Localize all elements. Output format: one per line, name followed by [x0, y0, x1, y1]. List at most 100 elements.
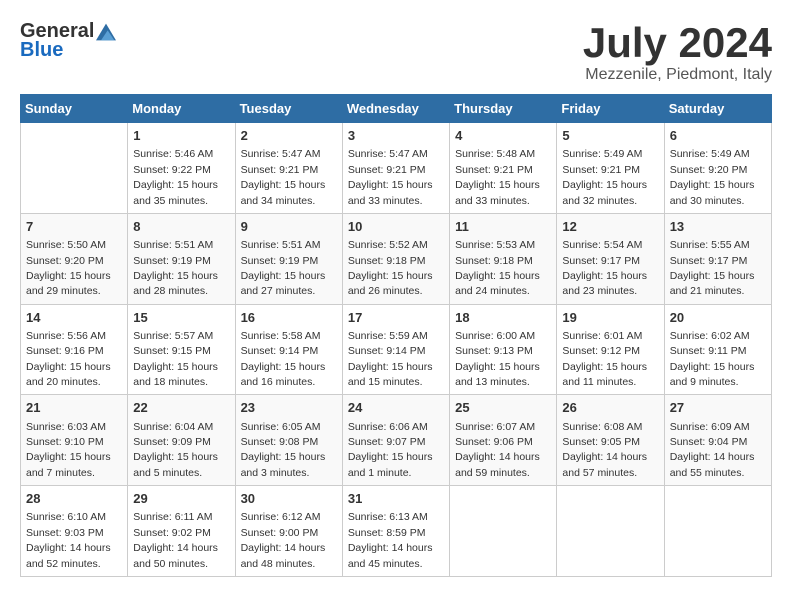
- day-number: 30: [241, 490, 337, 508]
- day-info: Sunrise: 6:05 AM Sunset: 9:08 PM Dayligh…: [241, 421, 326, 479]
- day-number: 16: [241, 309, 337, 327]
- day-number: 12: [562, 218, 658, 236]
- day-info: Sunrise: 6:10 AM Sunset: 9:03 PM Dayligh…: [26, 511, 111, 569]
- calendar-day-cell: 4Sunrise: 5:48 AM Sunset: 9:21 PM Daylig…: [450, 123, 557, 214]
- day-info: Sunrise: 6:08 AM Sunset: 9:05 PM Dayligh…: [562, 421, 647, 479]
- calendar-day-cell: 11Sunrise: 5:53 AM Sunset: 9:18 PM Dayli…: [450, 213, 557, 304]
- day-info: Sunrise: 5:51 AM Sunset: 9:19 PM Dayligh…: [241, 239, 326, 297]
- calendar-day-cell: 8 Sunrise: 5:51 AM Sunset: 9:19 PM Daylig…: [128, 213, 235, 304]
- calendar-day-cell: 31 Sunrise: 6:13 AM Sunset: 8:59 PM Dayli…: [342, 486, 449, 577]
- day-of-week-header: Friday: [557, 95, 664, 123]
- day-number: 25: [455, 399, 551, 417]
- day-number: 20: [670, 309, 766, 327]
- day-number: 3: [348, 127, 444, 145]
- day-of-week-header: Sunday: [21, 95, 128, 123]
- day-info: Sunrise: 5:48 AM Sunset: 9:21 PM Dayligh…: [455, 148, 540, 206]
- calendar-day-cell: 26Sunrise: 6:08 AM Sunset: 9:05 PM Dayli…: [557, 395, 664, 486]
- day-number: 19: [562, 309, 658, 327]
- calendar-day-cell: 1Sunrise: 5:46 AM Sunset: 9:22 PM Daylig…: [128, 123, 235, 214]
- calendar-week-row: 21 Sunrise: 6:03 AM Sunset: 9:10 PM Dayli…: [21, 395, 772, 486]
- day-number: 14: [26, 309, 122, 327]
- calendar-day-cell: [450, 486, 557, 577]
- calendar-day-cell: 30 Sunrise: 6:12 AM Sunset: 9:00 PM Dayli…: [235, 486, 342, 577]
- calendar-day-cell: 29Sunrise: 6:11 AM Sunset: 9:02 PM Dayli…: [128, 486, 235, 577]
- calendar-day-cell: 22 Sunrise: 6:04 AM Sunset: 9:09 PM Dayli…: [128, 395, 235, 486]
- calendar-day-cell: 10 Sunrise: 5:52 AM Sunset: 9:18 PM Dayli…: [342, 213, 449, 304]
- calendar-day-cell: 3 Sunrise: 5:47 AM Sunset: 9:21 PM Daylig…: [342, 123, 449, 214]
- day-number: 1: [133, 127, 229, 145]
- day-info: Sunrise: 6:13 AM Sunset: 8:59 PM Dayligh…: [348, 511, 433, 569]
- day-of-week-header: Monday: [128, 95, 235, 123]
- day-info: Sunrise: 6:04 AM Sunset: 9:09 PM Dayligh…: [133, 421, 218, 479]
- calendar-day-cell: 6Sunrise: 5:49 AM Sunset: 9:20 PM Daylig…: [664, 123, 771, 214]
- day-info: Sunrise: 5:47 AM Sunset: 9:21 PM Dayligh…: [348, 148, 433, 206]
- day-number: 22: [133, 399, 229, 417]
- day-number: 9: [241, 218, 337, 236]
- day-info: Sunrise: 5:50 AM Sunset: 9:20 PM Dayligh…: [26, 239, 111, 297]
- day-info: Sunrise: 5:59 AM Sunset: 9:14 PM Dayligh…: [348, 330, 433, 388]
- calendar-week-row: 28 Sunrise: 6:10 AM Sunset: 9:03 PM Dayli…: [21, 486, 772, 577]
- day-number: 18: [455, 309, 551, 327]
- logo: General Blue: [20, 20, 116, 62]
- calendar-day-cell: 15 Sunrise: 5:57 AM Sunset: 9:15 PM Dayli…: [128, 304, 235, 395]
- month-year-title: July 2024: [583, 20, 772, 66]
- day-info: Sunrise: 5:54 AM Sunset: 9:17 PM Dayligh…: [562, 239, 647, 297]
- day-info: Sunrise: 6:02 AM Sunset: 9:11 PM Dayligh…: [670, 330, 755, 388]
- location-subtitle: Mezzenile, Piedmont, Italy: [583, 66, 772, 84]
- day-of-week-header: Saturday: [664, 95, 771, 123]
- calendar-week-row: 1Sunrise: 5:46 AM Sunset: 9:22 PM Daylig…: [21, 123, 772, 214]
- day-info: Sunrise: 6:06 AM Sunset: 9:07 PM Dayligh…: [348, 421, 433, 479]
- day-of-week-header: Tuesday: [235, 95, 342, 123]
- calendar-day-cell: 21 Sunrise: 6:03 AM Sunset: 9:10 PM Dayli…: [21, 395, 128, 486]
- day-info: Sunrise: 5:49 AM Sunset: 9:21 PM Dayligh…: [562, 148, 647, 206]
- calendar-day-cell: 27 Sunrise: 6:09 AM Sunset: 9:04 PM Dayli…: [664, 395, 771, 486]
- day-info: Sunrise: 6:09 AM Sunset: 9:04 PM Dayligh…: [670, 421, 755, 479]
- logo-icon: [96, 22, 116, 42]
- day-number: 31: [348, 490, 444, 508]
- calendar-day-cell: 5 Sunrise: 5:49 AM Sunset: 9:21 PM Daylig…: [557, 123, 664, 214]
- calendar-day-cell: 23Sunrise: 6:05 AM Sunset: 9:08 PM Dayli…: [235, 395, 342, 486]
- calendar-day-cell: 9 Sunrise: 5:51 AM Sunset: 9:19 PM Daylig…: [235, 213, 342, 304]
- calendar-table: SundayMondayTuesdayWednesdayThursdayFrid…: [20, 94, 772, 577]
- day-info: Sunrise: 6:03 AM Sunset: 9:10 PM Dayligh…: [26, 421, 111, 479]
- day-number: 2: [241, 127, 337, 145]
- day-number: 8: [133, 218, 229, 236]
- day-info: Sunrise: 5:53 AM Sunset: 9:18 PM Dayligh…: [455, 239, 540, 297]
- calendar-day-cell: 12 Sunrise: 5:54 AM Sunset: 9:17 PM Dayli…: [557, 213, 664, 304]
- calendar-day-cell: 16Sunrise: 5:58 AM Sunset: 9:14 PM Dayli…: [235, 304, 342, 395]
- day-number: 7: [26, 218, 122, 236]
- page-header: General Blue July 2024 Mezzenile, Piedmo…: [20, 20, 772, 84]
- calendar-day-cell: 28 Sunrise: 6:10 AM Sunset: 9:03 PM Dayli…: [21, 486, 128, 577]
- day-number: 21: [26, 399, 122, 417]
- calendar-week-row: 7 Sunrise: 5:50 AM Sunset: 9:20 PM Daylig…: [21, 213, 772, 304]
- day-info: Sunrise: 6:12 AM Sunset: 9:00 PM Dayligh…: [241, 511, 326, 569]
- calendar-day-cell: [664, 486, 771, 577]
- day-number: 28: [26, 490, 122, 508]
- day-number: 29: [133, 490, 229, 508]
- calendar-day-cell: 19 Sunrise: 6:01 AM Sunset: 9:12 PM Dayli…: [557, 304, 664, 395]
- day-info: Sunrise: 5:52 AM Sunset: 9:18 PM Dayligh…: [348, 239, 433, 297]
- day-info: Sunrise: 5:55 AM Sunset: 9:17 PM Dayligh…: [670, 239, 755, 297]
- day-number: 15: [133, 309, 229, 327]
- calendar-header-row: SundayMondayTuesdayWednesdayThursdayFrid…: [21, 95, 772, 123]
- day-number: 13: [670, 218, 766, 236]
- day-of-week-header: Wednesday: [342, 95, 449, 123]
- day-of-week-header: Thursday: [450, 95, 557, 123]
- day-number: 27: [670, 399, 766, 417]
- calendar-day-cell: [21, 123, 128, 214]
- day-number: 5: [562, 127, 658, 145]
- calendar-day-cell: 13 Sunrise: 5:55 AM Sunset: 9:17 PM Dayli…: [664, 213, 771, 304]
- day-info: Sunrise: 5:51 AM Sunset: 9:19 PM Dayligh…: [133, 239, 218, 297]
- logo-blue-text: Blue: [20, 39, 63, 62]
- day-info: Sunrise: 6:00 AM Sunset: 9:13 PM Dayligh…: [455, 330, 540, 388]
- calendar-day-cell: 18 Sunrise: 6:00 AM Sunset: 9:13 PM Dayli…: [450, 304, 557, 395]
- day-info: Sunrise: 5:57 AM Sunset: 9:15 PM Dayligh…: [133, 330, 218, 388]
- calendar-week-row: 14Sunrise: 5:56 AM Sunset: 9:16 PM Dayli…: [21, 304, 772, 395]
- day-number: 10: [348, 218, 444, 236]
- day-number: 24: [348, 399, 444, 417]
- day-info: Sunrise: 6:07 AM Sunset: 9:06 PM Dayligh…: [455, 421, 540, 479]
- day-info: Sunrise: 6:01 AM Sunset: 9:12 PM Dayligh…: [562, 330, 647, 388]
- calendar-day-cell: 14Sunrise: 5:56 AM Sunset: 9:16 PM Dayli…: [21, 304, 128, 395]
- calendar-day-cell: 24 Sunrise: 6:06 AM Sunset: 9:07 PM Dayli…: [342, 395, 449, 486]
- calendar-day-cell: 20 Sunrise: 6:02 AM Sunset: 9:11 PM Dayli…: [664, 304, 771, 395]
